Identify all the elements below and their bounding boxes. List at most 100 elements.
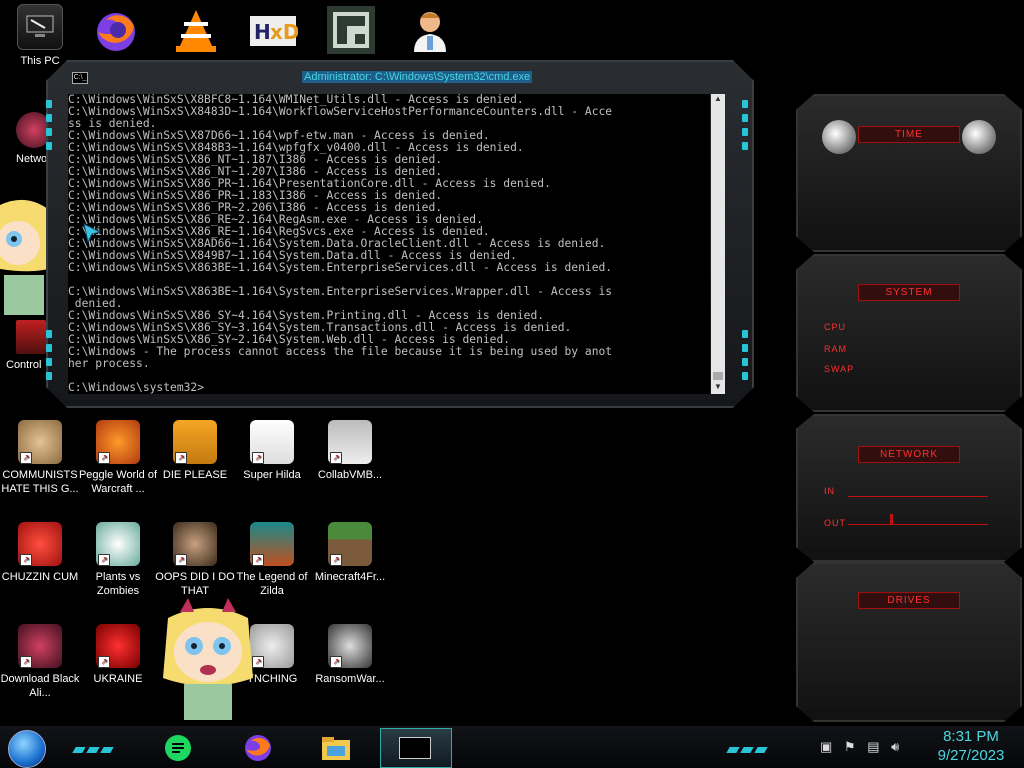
net-out-label: OUT <box>824 518 846 528</box>
clock-date: 9/27/2023 <box>937 747 1005 764</box>
desktop-icon[interactable]: ↗ CollabVMB... <box>310 420 390 482</box>
clock-time: 8:31 PM <box>943 728 999 745</box>
network-icon[interactable]: ▤ <box>867 739 879 754</box>
collabvm-icon: ↗ <box>328 420 372 464</box>
desktop-icon-label: Download Black Ali... <box>0 673 80 699</box>
window-title: Administrator: C:\Windows\System32\cmd.e… <box>302 71 533 83</box>
desktop-icon-label: UKRAINE <box>93 673 143 685</box>
widget-title: TIME <box>858 126 960 143</box>
desktop-icon-label: DIE PLEASE <box>162 469 228 481</box>
window-side-lights-right-lower <box>742 330 748 386</box>
system-widget: SYSTEM CPU RAM SWAP <box>796 254 1022 412</box>
window-side-lights-right <box>742 100 748 156</box>
taskbar-lights <box>726 740 770 758</box>
svg-text:H: H <box>254 20 271 44</box>
desktop-icon[interactable]: ↗ Download Black Ali... <box>0 624 80 700</box>
desktop-icon[interactable]: ↗ UKRAINE <box>78 624 158 686</box>
desktop-icon[interactable]: ↗ COMMUNISTS HATE THIS G... <box>0 420 80 496</box>
chuzzle-icon: ↗ <box>18 522 62 566</box>
start-button[interactable] <box>8 730 46 768</box>
desktop-icon[interactable]: ↗ Minecraft4Fr... <box>310 522 390 584</box>
mouse-cursor-icon <box>82 222 102 249</box>
desktop-icon[interactable]: ↗ OOPS DID I DO THAT <box>155 522 235 598</box>
desktop-icon[interactable]: ↗ Super Hilda <box>232 420 312 482</box>
firefox-icon[interactable] <box>92 6 140 54</box>
shortcut-arrow-icon: ↗ <box>20 656 32 668</box>
pvz-icon: ↗ <box>96 522 140 566</box>
net-in-graph <box>848 496 988 497</box>
skull-icon: ↗ <box>328 624 372 668</box>
taskbar-lights <box>72 740 116 758</box>
desktop-icon-label: Super Hilda <box>243 469 301 481</box>
vlc-icon[interactable] <box>172 6 220 54</box>
time-widget: TIME <box>796 94 1022 252</box>
alien-head-icon <box>822 120 856 154</box>
network-widget: NETWORK IN OUT <box>796 414 1022 562</box>
nvidia-icon[interactable]: ▣ <box>820 739 832 754</box>
shortcut-arrow-icon: ↗ <box>20 452 32 464</box>
desktop-icon[interactable]: ↗ Plants vs Zombies <box>78 522 158 598</box>
shortcut-arrow-icon: ↗ <box>252 554 264 566</box>
taskbar: ▣ ⚑ ▤ 🔊︎ 8:31 PM 9/27/2023 <box>0 726 1024 768</box>
shortcut-arrow-icon: ↗ <box>98 452 110 464</box>
black-alien-icon: ↗ <box>18 624 62 668</box>
peggle-icon: ↗ <box>96 420 140 464</box>
console-output[interactable]: C:\Windows\WinSxS\X8BFC8~1.164\WMINet_Ut… <box>68 94 710 394</box>
desktop-icon-label: OOPS DID I DO THAT <box>155 571 235 597</box>
file-explorer-icon[interactable] <box>320 732 352 764</box>
ram-label: RAM <box>824 344 847 354</box>
scroll-down-arrow-icon[interactable]: ▼ <box>711 382 725 394</box>
cmd-icon <box>399 737 431 759</box>
desktop-icon-label: Peggle World of Warcraft ... <box>78 469 158 495</box>
volume-icon[interactable]: 🔊︎ <box>891 739 899 754</box>
app-icon[interactable] <box>327 6 375 54</box>
desktop-icon-label: COMMUNISTS HATE THIS G... <box>1 469 79 495</box>
desktop-icon-label: The Legend of Zilda <box>236 571 308 597</box>
shortcut-arrow-icon: ↗ <box>252 452 264 464</box>
clock[interactable]: 8:31 PM 9/27/2023 <box>930 727 1012 765</box>
desktop-icon-label: CollabVMB... <box>317 469 383 481</box>
portrait-icon: ↗ <box>173 522 217 566</box>
desktop-icon[interactable]: ↗ The Legend of Zilda <box>232 522 312 598</box>
drives-widget: DRIVES <box>796 562 1022 722</box>
widget-title: DRIVES <box>858 592 960 609</box>
console-text: C:\Windows\WinSxS\X8BFC8~1.164\WMINet_Ut… <box>68 94 613 394</box>
shortcut-arrow-icon: ↗ <box>175 452 187 464</box>
cmd-titlebar[interactable]: C:\_ Administrator: C:\Windows\System32\… <box>62 70 738 88</box>
computer-icon <box>17 4 63 50</box>
desktop-icon-label: Minecraft4Fr... <box>314 571 386 583</box>
widget-title: NETWORK <box>858 446 960 463</box>
shortcut-arrow-icon: ↗ <box>98 656 110 668</box>
cmd-icon: C:\_ <box>72 72 88 84</box>
zelda-icon: ↗ <box>250 522 294 566</box>
cmd-taskbar-button[interactable] <box>380 728 452 768</box>
net-in-label: IN <box>824 486 835 496</box>
swap-label: SWAP <box>824 364 855 374</box>
radiation-icon: ↗ <box>96 624 140 668</box>
shortcut-arrow-icon: ↗ <box>20 554 32 566</box>
net-out-graph <box>848 524 988 525</box>
scroll-up-arrow-icon[interactable]: ▲ <box>711 94 725 106</box>
cpu-label: CPU <box>824 322 847 332</box>
widget-title: SYSTEM <box>858 284 960 301</box>
chat-icon[interactable] <box>162 732 194 764</box>
window-side-lights-left-lower <box>46 330 52 386</box>
svg-text:xD: xD <box>270 20 298 44</box>
console-scrollbar[interactable]: ▲ ▼ <box>711 94 725 394</box>
scroll-thumb[interactable] <box>713 372 723 380</box>
flag-icon[interactable]: ⚑ <box>844 739 856 754</box>
minecraft-icon: ↗ <box>328 522 372 566</box>
firefox-icon[interactable] <box>242 732 274 764</box>
desktop-icon-label: CHUZZIN CUM <box>1 571 79 583</box>
doctor-icon[interactable] <box>406 6 454 54</box>
desktop-icon[interactable]: ↗ Peggle World of Warcraft ... <box>78 420 158 496</box>
hxd-icon[interactable]: HxD <box>248 6 300 54</box>
desktop-icon-this-pc[interactable]: This PC <box>0 4 80 68</box>
desktop-icon[interactable]: ↗ RansomWar... <box>310 624 390 686</box>
control-panel-icon <box>16 320 46 354</box>
shortcut-arrow-icon: ↗ <box>98 554 110 566</box>
money-bag-icon: ↗ <box>18 420 62 464</box>
shortcut-arrow-icon: ↗ <box>330 554 342 566</box>
desktop-icon[interactable]: ↗ DIE PLEASE <box>155 420 235 482</box>
desktop-icon[interactable]: ↗ CHUZZIN CUM <box>0 522 80 584</box>
